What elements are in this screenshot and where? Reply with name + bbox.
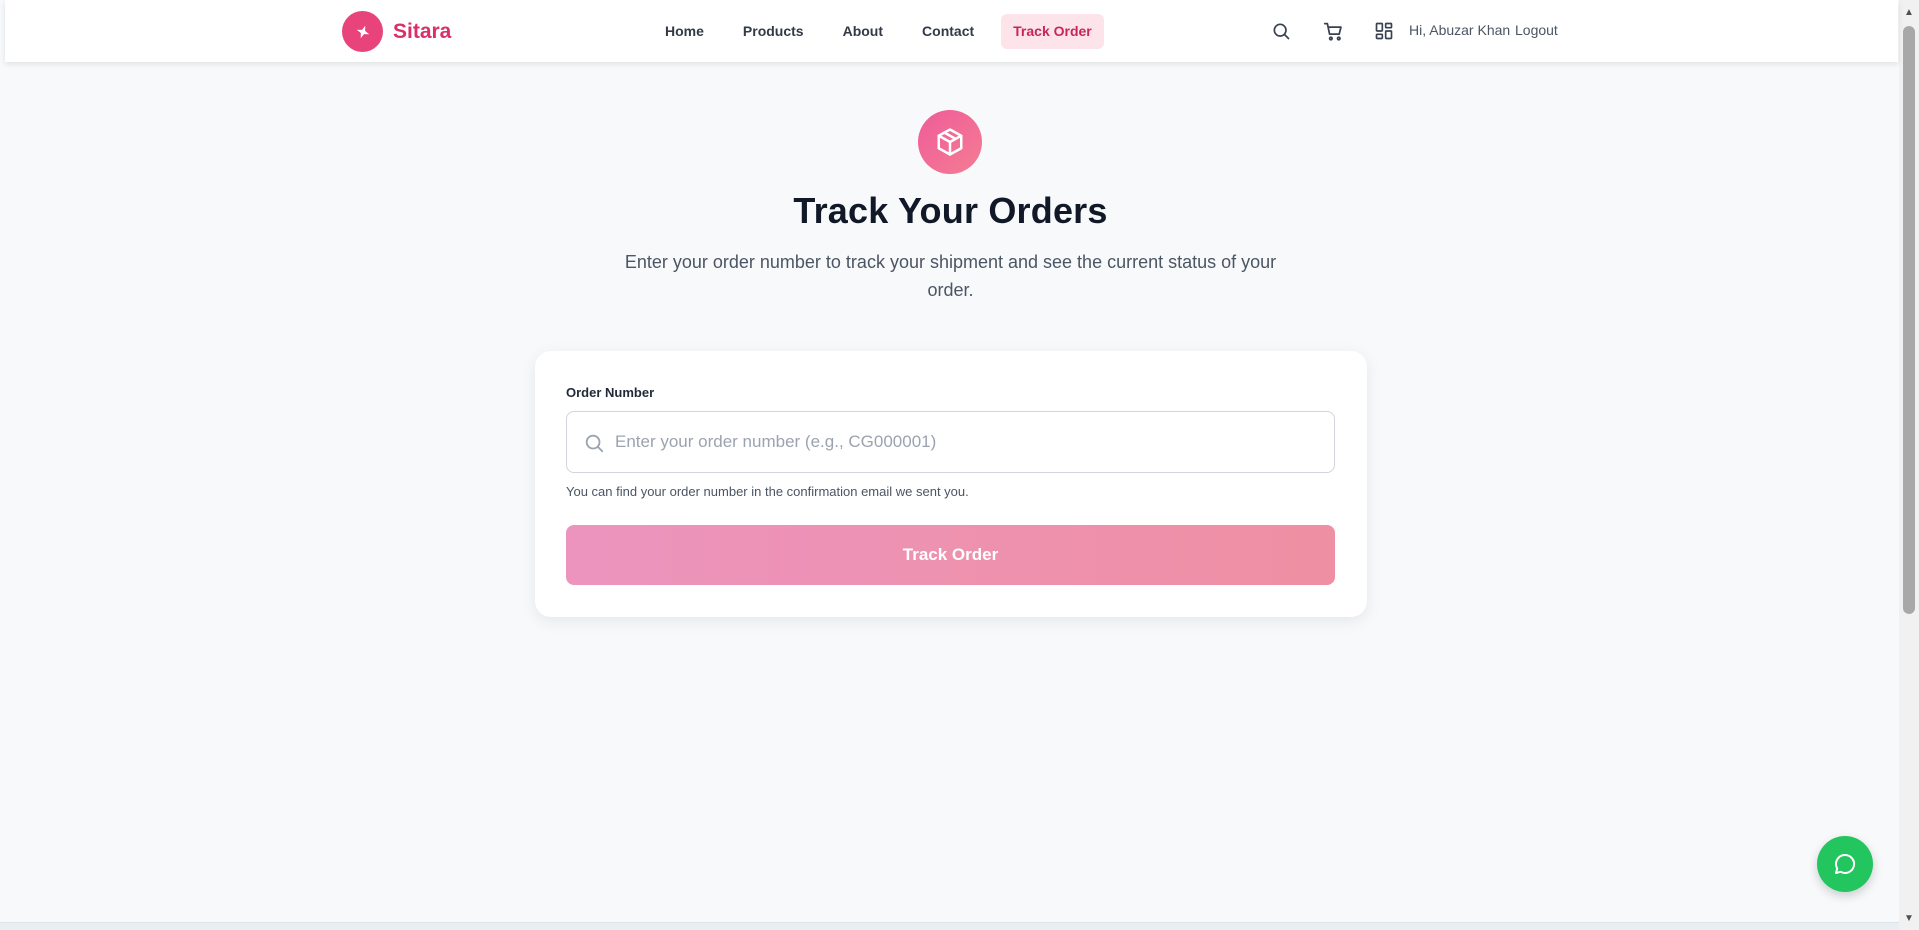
logout-link[interactable]: Logout xyxy=(1515,22,1558,38)
cart-icon[interactable] xyxy=(1321,19,1345,43)
nav-contact[interactable]: Contact xyxy=(914,14,982,49)
order-number-label: Order Number xyxy=(566,385,655,400)
grid-icon[interactable] xyxy=(1372,19,1396,43)
user-greeting: Hi, Abuzar Khan xyxy=(1409,22,1511,38)
package-icon xyxy=(918,110,982,174)
brand-logo[interactable]: Sitara xyxy=(342,11,451,52)
site-header: Sitara Home Products About Contact Track… xyxy=(5,0,1898,62)
help-text: You can find your order number in the co… xyxy=(566,484,969,499)
order-number-field[interactable] xyxy=(566,411,1335,473)
brand-name: Sitara xyxy=(393,19,452,43)
page-title: Track Your Orders xyxy=(793,190,1108,231)
order-number-input[interactable] xyxy=(615,412,1315,472)
page-bottom-edge xyxy=(0,922,1899,930)
main-nav: Home Products About Contact Track Order xyxy=(657,14,1104,49)
chat-button[interactable] xyxy=(1817,836,1873,892)
scroll-up-arrow-icon[interactable]: ▲ xyxy=(1899,4,1919,20)
track-order-button[interactable]: Track Order xyxy=(566,525,1335,585)
page-subtitle: Enter your order number to track your sh… xyxy=(624,252,1277,300)
track-order-card: Order Number You can find your order num… xyxy=(535,351,1367,617)
nav-products[interactable]: Products xyxy=(735,14,812,49)
logo-star-icon xyxy=(342,11,383,52)
chat-bubble-icon xyxy=(1835,853,1856,874)
scrollbar-thumb[interactable] xyxy=(1903,26,1915,614)
search-icon xyxy=(585,434,604,453)
scroll-down-arrow-icon[interactable]: ▼ xyxy=(1899,910,1919,926)
vertical-scrollbar[interactable]: ▲ ▼ xyxy=(1899,0,1919,930)
nav-home[interactable]: Home xyxy=(657,14,712,49)
nav-track-order[interactable]: Track Order xyxy=(1001,14,1104,49)
nav-about[interactable]: About xyxy=(835,14,891,49)
search-icon[interactable] xyxy=(1269,19,1293,43)
